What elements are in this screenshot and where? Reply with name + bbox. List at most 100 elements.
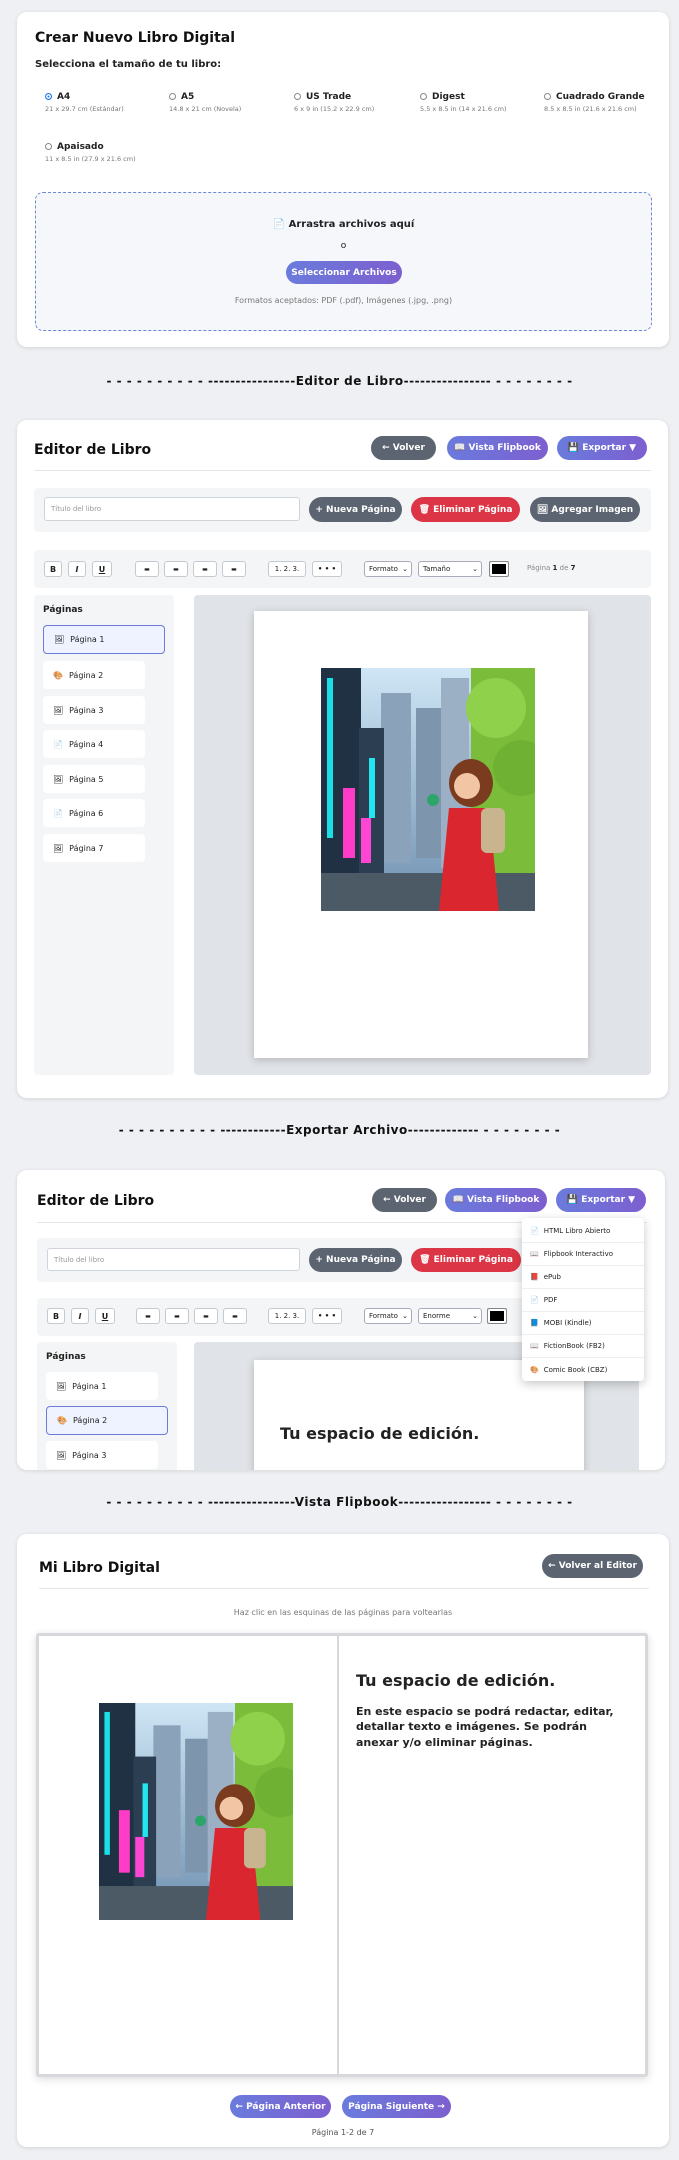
next-page-button[interactable]: Página Siguiente → xyxy=(342,2095,451,2118)
size-select[interactable]: Tamaño ⌄ xyxy=(418,561,482,577)
back-to-editor-button[interactable]: ← Volver al Editor xyxy=(542,1554,643,1578)
align-left-button[interactable]: ▬ xyxy=(136,1308,160,1324)
page-canvas[interactable] xyxy=(254,611,588,1058)
page-item-2[interactable]: 🎨 Página 2 xyxy=(43,661,145,689)
left-page[interactable] xyxy=(39,1636,337,2074)
export-html[interactable]: 📄 HTML Libro Abierto xyxy=(522,1220,644,1243)
flipbook-title: Mi Libro Digital xyxy=(39,1560,160,1576)
chevron-down-icon: ⌄ xyxy=(472,565,478,573)
book-title-input[interactable]: Título del libro xyxy=(47,1248,300,1271)
export-cbz[interactable]: 🎨 Comic Book (CBZ) xyxy=(522,1358,644,1381)
page-item-3[interactable]: 🖼 Página 3 xyxy=(46,1441,158,1469)
bullet-list-button[interactable]: • • • xyxy=(312,1308,342,1324)
size-option-cuadrado[interactable]: Cuadrado Grande 8.5 x 8.5 in (21.6 x 21.6… xyxy=(544,92,645,113)
format-select[interactable]: Formato ⌄ xyxy=(364,1308,412,1324)
right-page[interactable]: Tu espacio de edición. En este espacio s… xyxy=(339,1636,645,2074)
export-button[interactable]: 💾 Exportar ▼ xyxy=(556,1188,646,1212)
page-item-3[interactable]: 🖼 Página 3 xyxy=(43,696,145,724)
image-icon: 🖼 xyxy=(53,774,64,784)
ordered-list-button[interactable]: 1. 2. 3. xyxy=(268,561,306,577)
back-button[interactable]: ← Volver xyxy=(371,436,436,460)
delete-page-button[interactable]: 🗑 Eliminar Página xyxy=(411,497,520,522)
export-flipbook[interactable]: 📖 Flipbook Interactivo xyxy=(522,1243,644,1266)
select-files-button[interactable]: Seleccionar Archivos xyxy=(286,261,402,284)
canvas-heading[interactable]: Tu espacio de edición. xyxy=(280,1424,479,1443)
export-button[interactable]: 💾 Exportar ▼ xyxy=(557,436,647,460)
export-mobi[interactable]: 📘 MOBI (Kindle) xyxy=(522,1312,644,1335)
formats-text: Formatos aceptados: PDF (.pdf), Imágenes… xyxy=(234,296,453,305)
page-illustration[interactable] xyxy=(99,1703,293,1920)
page-item-4[interactable]: 📄 Página 4 xyxy=(43,730,145,758)
pages-sidebar: Páginas 🖼 Página 1 🎨 Página 2 🖼 Página 3 📄 P… xyxy=(34,595,174,1075)
page-item-7[interactable]: 🖼 Página 7 xyxy=(43,834,145,862)
add-image-button[interactable]: 🖼 Agregar Imagen xyxy=(530,497,640,522)
color-picker[interactable] xyxy=(489,561,509,577)
align-right-button[interactable]: ▬ xyxy=(193,561,217,577)
page-item-5[interactable]: 🖼 Página 5 xyxy=(43,765,145,793)
divider xyxy=(39,1588,649,1589)
align-justify-button[interactable]: ▬ xyxy=(223,1308,247,1324)
image-icon: 🖼 xyxy=(53,843,64,853)
pages-heading: Páginas xyxy=(46,1352,86,1362)
or-text: o xyxy=(340,241,347,251)
chevron-down-icon: ⌄ xyxy=(402,1312,408,1320)
image-icon: 🖼 xyxy=(54,635,65,644)
dropzone-text: 📄 Arrastra archivos aquí xyxy=(272,219,415,230)
separator-export: - - - - - - - - - - ------------Exportar… xyxy=(118,1123,561,1137)
new-page-button[interactable]: + Nueva Página xyxy=(309,1248,402,1272)
dropzone[interactable]: 📄 Arrastra archivos aquí o Seleccionar A… xyxy=(35,192,652,331)
align-left-button[interactable]: ▬ xyxy=(135,561,159,577)
export-epub[interactable]: 📕 ePub xyxy=(522,1266,644,1289)
italic-button[interactable]: I xyxy=(71,1308,89,1324)
bold-button[interactable]: B xyxy=(44,561,62,577)
export-pdf[interactable]: 📄 PDF xyxy=(522,1289,644,1312)
book-title-input[interactable]: Título del libro xyxy=(44,497,300,521)
document-icon: 📄 xyxy=(530,1227,539,1235)
format-select[interactable]: Formato ⌄ xyxy=(364,561,412,577)
page-item-6[interactable]: 📄 Página 6 xyxy=(43,799,145,827)
image-icon: 🖼 xyxy=(536,504,552,515)
page-illustration[interactable] xyxy=(321,668,535,911)
size-option-apaisado[interactable]: Apaisado 11 x 8.5 in (27.9 x 21.6 cm) xyxy=(45,142,136,163)
flipbook-view-button[interactable]: 📖 Vista Flipbook xyxy=(447,436,548,460)
underline-button[interactable]: U xyxy=(95,1308,115,1324)
editor-panel: Editor de Libro ← Volver 📖 Vista Flipboo… xyxy=(17,420,668,1098)
align-right-button[interactable]: ▬ xyxy=(194,1308,218,1324)
size-select[interactable]: Enorme ⌄ xyxy=(418,1308,482,1324)
size-option-a4[interactable]: A4 21 x 29.7 cm (Estándar) xyxy=(45,92,124,113)
align-justify-button[interactable]: ▬ xyxy=(222,561,246,577)
color-picker[interactable] xyxy=(487,1308,507,1324)
radio[interactable] xyxy=(544,93,551,100)
prev-page-button[interactable]: ← Página Anterior xyxy=(230,2095,331,2118)
align-center-button[interactable]: ▬ xyxy=(164,561,188,577)
radio-selected[interactable] xyxy=(45,93,52,100)
image-icon: 🖼 xyxy=(53,705,64,715)
size-option-digest[interactable]: Digest 5.5 x 8.5 in (14 x 21.6 cm) xyxy=(420,92,506,113)
chevron-down-icon: ⌄ xyxy=(402,565,408,573)
underline-button[interactable]: U xyxy=(92,561,112,577)
trash-icon: 🗑 xyxy=(419,1255,434,1265)
radio[interactable] xyxy=(420,93,427,100)
pages-sidebar: Páginas 🖼 Página 1 🎨 Página 2 🖼 Página 3 xyxy=(37,1342,177,1470)
bullet-list-button[interactable]: • • • xyxy=(312,561,342,577)
radio[interactable] xyxy=(45,143,52,150)
size-option-us-trade[interactable]: US Trade 6 x 9 in (15.2 x 22.9 cm) xyxy=(294,92,374,113)
back-button[interactable]: ← Volver xyxy=(372,1188,437,1212)
delete-page-button[interactable]: 🗑 Eliminar Página xyxy=(411,1248,521,1272)
right-page-body: En este espacio se podrá redactar, edita… xyxy=(356,1705,614,1749)
italic-button[interactable]: I xyxy=(68,561,86,577)
new-page-button[interactable]: + Nueva Página xyxy=(309,497,402,522)
export-fb2[interactable]: 📖 FictionBook (FB2) xyxy=(522,1335,644,1358)
bold-button[interactable]: B xyxy=(47,1308,65,1324)
ordered-list-button[interactable]: 1. 2. 3. xyxy=(268,1308,306,1324)
export-panel: Editor de Libro ← Volver 📖 Vista Flipboo… xyxy=(17,1170,665,1470)
flipbook-view-button[interactable]: 📖 Vista Flipbook xyxy=(445,1188,547,1212)
radio[interactable] xyxy=(169,93,176,100)
page-item-2[interactable]: 🎨 Página 2 xyxy=(46,1406,168,1435)
page-item-1[interactable]: 🖼 Página 1 xyxy=(46,1372,158,1400)
document-icon: 📄 xyxy=(530,1296,539,1304)
align-center-button[interactable]: ▬ xyxy=(165,1308,189,1324)
page-item-1[interactable]: 🖼 Página 1 xyxy=(43,625,165,654)
radio[interactable] xyxy=(294,93,301,100)
size-option-a5[interactable]: A5 14.8 x 21 cm (Novela) xyxy=(169,92,241,113)
